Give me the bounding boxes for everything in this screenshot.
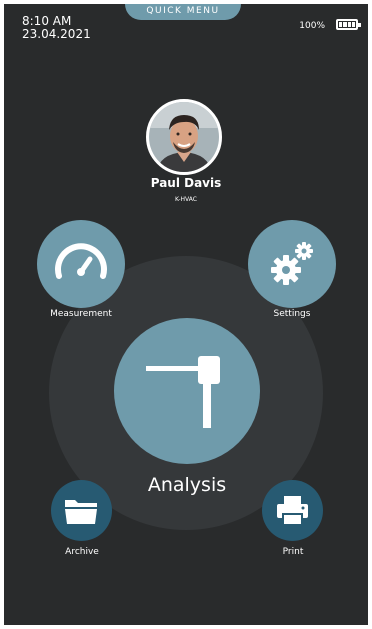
avatar-photo — [149, 102, 219, 172]
measurement-button[interactable] — [37, 220, 125, 308]
probe-icon — [146, 356, 220, 428]
gauge-icon — [55, 243, 107, 279]
analysis-label: Analysis — [147, 474, 227, 496]
user-organization: K-HVAC — [175, 196, 197, 203]
archive-button[interactable] — [51, 480, 112, 541]
print-label: Print — [282, 547, 304, 557]
avatar[interactable] — [146, 99, 222, 175]
printer-icon — [277, 496, 308, 526]
quick-menu-tab[interactable]: QUICK MENU — [125, 4, 241, 20]
analysis-button[interactable] — [114, 318, 260, 464]
battery-percent: 100% — [299, 21, 325, 31]
status-date: 23.04.2021 — [22, 27, 91, 41]
battery-icon — [336, 19, 361, 30]
print-button[interactable] — [262, 480, 323, 541]
folder-icon — [65, 500, 97, 524]
archive-label: Archive — [65, 547, 99, 557]
settings-button[interactable] — [248, 220, 336, 308]
status-clock: 8:10 AM 23.04.2021 — [22, 15, 91, 41]
user-name: Paul Davis — [150, 176, 222, 190]
gears-icon — [271, 242, 313, 285]
